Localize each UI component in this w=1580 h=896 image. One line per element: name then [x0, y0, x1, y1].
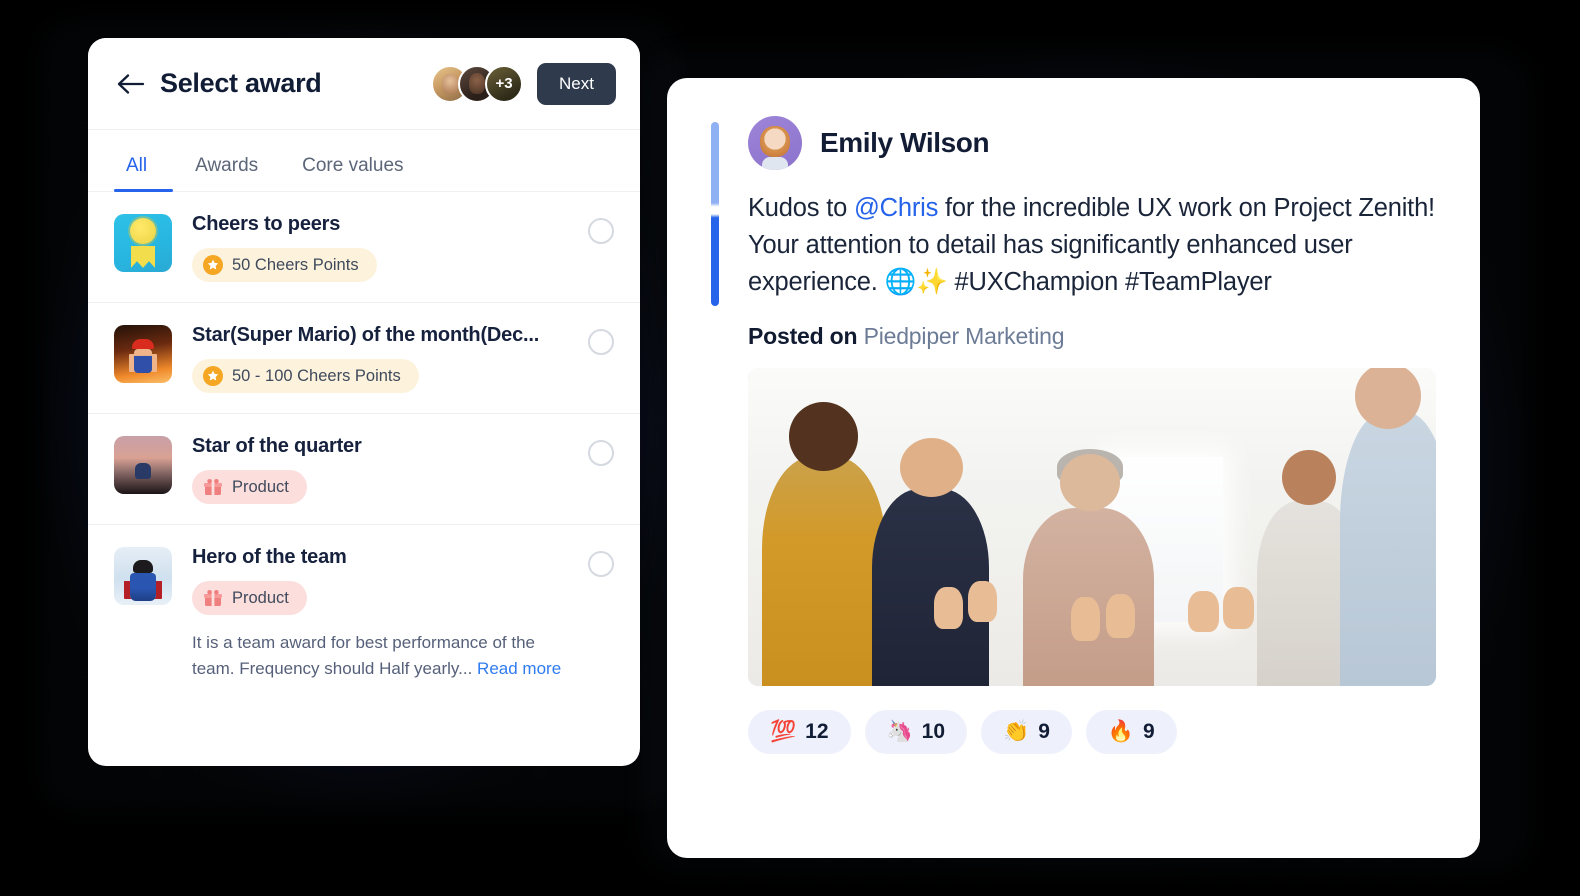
header-actions: +3 Next — [431, 62, 616, 105]
kudos-post-card: Emily Wilson Kudos to @Chris for the inc… — [667, 78, 1480, 858]
tab-awards[interactable]: Awards — [173, 155, 280, 191]
award-details: Star(Super Mario) of the month(Dec... 50… — [172, 323, 574, 393]
emoji: 💯 — [770, 720, 797, 744]
emoji: 🔥 — [1107, 720, 1135, 744]
award-list-item[interactable]: Hero of the team Product It is a team aw… — [88, 525, 640, 703]
workspace-name[interactable]: Piedpiper Marketing — [864, 323, 1065, 349]
superhero-sunset-photo — [114, 436, 172, 494]
reaction-count: 10 — [921, 719, 946, 743]
photo-person — [761, 402, 886, 686]
page-title: Select award — [160, 68, 322, 98]
award-details: Star of the quarter Product — [172, 434, 574, 504]
post-message-pre: Kudos to — [748, 194, 854, 222]
award-category-tabs: All Awards Core values — [88, 130, 640, 192]
emoji: 👏 — [1003, 720, 1030, 744]
award-title: Cheers to peers — [192, 213, 341, 235]
reaction-count: 12 — [805, 719, 829, 743]
award-list-item[interactable]: Cheers to peers 50 Cheers Points — [88, 192, 640, 303]
post-header: Emily Wilson — [748, 116, 1436, 170]
clapping-hands-reaction[interactable]: 👏 9 — [981, 709, 1072, 754]
award-list: Cheers to peers 50 Cheers Points Star(Su… — [88, 192, 640, 703]
fire-reaction[interactable]: 🔥 9 — [1085, 709, 1177, 754]
super-mario-figure — [114, 325, 172, 383]
award-radio[interactable] — [588, 551, 614, 577]
post-inner: Emily Wilson Kudos to @Chris for the inc… — [667, 78, 1480, 858]
participant-avatar-stack[interactable]: +3 — [431, 64, 524, 103]
avatar-overflow-count: +3 — [485, 64, 524, 103]
award-product-badge: Product — [192, 470, 307, 504]
hundred-points-reaction[interactable]: 💯 12 — [748, 709, 851, 754]
reaction-bar: 💯 12 🦄 10 👏 9 🔥 9 — [748, 709, 1436, 754]
star-coin-icon — [203, 366, 223, 386]
award-title: Star(Super Mario) of the month(Dec... — [192, 324, 540, 346]
team-celebration-photo — [748, 367, 1436, 686]
posted-on-line: Posted on Piedpiper Marketing — [748, 323, 1436, 350]
medal-ribbon-icon — [114, 214, 172, 272]
badge-label: Product — [232, 477, 289, 496]
posted-on-label: Posted on — [748, 322, 858, 349]
award-description: It is a team award for best performance … — [192, 630, 574, 683]
superman-figure-photo — [114, 547, 172, 605]
tab-core-values[interactable]: Core values — [280, 155, 425, 191]
award-list-item[interactable]: Star of the quarter Product — [88, 414, 640, 525]
award-details: Cheers to peers 50 Cheers Points — [172, 212, 574, 282]
award-list-item[interactable]: Star(Super Mario) of the month(Dec... 50… — [88, 303, 640, 414]
unicorn-reaction[interactable]: 🦄 10 — [864, 709, 968, 754]
next-button[interactable]: Next — [537, 62, 616, 105]
post-body: Emily Wilson Kudos to @Chris for the inc… — [711, 116, 1436, 754]
star-coin-icon — [203, 255, 223, 275]
award-radio[interactable] — [588, 440, 614, 466]
gift-box-icon — [204, 479, 222, 495]
reaction-count: 9 — [1143, 719, 1155, 743]
select-award-panel: Select award +3 Next All Awards Core val… — [88, 38, 640, 766]
screenshot-root: Select award +3 Next All Awards Core val… — [0, 0, 1580, 896]
photo-person — [1339, 367, 1436, 686]
mention-link[interactable]: @Chris — [854, 194, 938, 222]
award-details: Hero of the team Product It is a team aw… — [172, 545, 574, 683]
badge-label: 50 - 100 Cheers Points — [232, 366, 401, 385]
award-title: Hero of the team — [192, 546, 347, 568]
panel-header: Select award +3 Next — [88, 38, 640, 130]
quote-accent-bar — [711, 122, 719, 306]
emoji: 🦄 — [886, 720, 913, 744]
tab-all[interactable]: All — [114, 155, 174, 192]
award-product-badge: Product — [192, 581, 307, 615]
award-points-badge: 50 - 100 Cheers Points — [192, 359, 419, 393]
award-radio[interactable] — [588, 329, 614, 355]
award-points-badge: 50 Cheers Points — [192, 248, 377, 282]
reaction-count: 9 — [1038, 719, 1050, 743]
back-arrow-icon[interactable] — [114, 67, 148, 101]
avatar — [748, 116, 802, 170]
read-more-link[interactable]: Read more — [477, 659, 561, 678]
post-message: Kudos to @Chris for the incredible UX wo… — [748, 190, 1436, 301]
award-radio[interactable] — [588, 218, 614, 244]
badge-label: Product — [232, 588, 289, 607]
post-author-name: Emily Wilson — [820, 127, 990, 158]
badge-label: 50 Cheers Points — [232, 255, 359, 274]
gift-box-icon — [204, 590, 222, 606]
award-title: Star of the quarter — [192, 435, 362, 457]
